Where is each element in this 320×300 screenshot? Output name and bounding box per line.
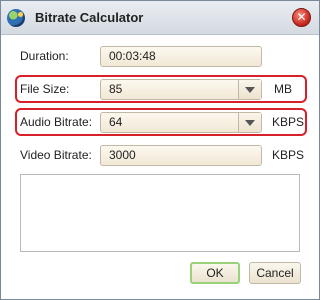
bitrate-calculator-dialog: Bitrate Calculator ✕ Duration: 00:03:48 … [0, 0, 320, 300]
title-bar[interactable]: Bitrate Calculator ✕ [1, 1, 319, 35]
file-size-dropdown-button[interactable] [238, 80, 261, 99]
video-bitrate-unit: KBPS [272, 148, 305, 162]
audio-bitrate-value: 64 [109, 115, 123, 129]
video-bitrate-label: Video Bitrate: [20, 148, 92, 162]
duration-label: Duration: [20, 49, 69, 63]
close-icon: ✕ [296, 10, 307, 24]
file-size-value: 85 [109, 82, 123, 96]
file-size-combobox[interactable]: 85 [100, 79, 262, 100]
window-title: Bitrate Calculator [35, 10, 144, 25]
output-textarea[interactable] [20, 174, 300, 252]
cancel-button[interactable]: Cancel [249, 262, 301, 284]
close-button[interactable]: ✕ [292, 8, 311, 27]
chevron-down-icon [245, 87, 255, 93]
file-size-label: File Size: [20, 82, 70, 96]
audio-bitrate-dropdown-button[interactable] [238, 113, 261, 132]
chevron-down-icon [245, 120, 255, 126]
audio-bitrate-unit: KBPS [272, 115, 305, 129]
bitrate-calculator-icon [7, 9, 25, 27]
duration-field[interactable]: 00:03:48 [100, 46, 262, 67]
ok-button[interactable]: OK [190, 262, 240, 284]
audio-bitrate-combobox[interactable]: 64 [100, 112, 262, 133]
audio-bitrate-label: Audio Bitrate: [20, 115, 93, 129]
file-size-unit: MB [274, 82, 292, 96]
video-bitrate-field[interactable]: 3000 [100, 145, 262, 166]
